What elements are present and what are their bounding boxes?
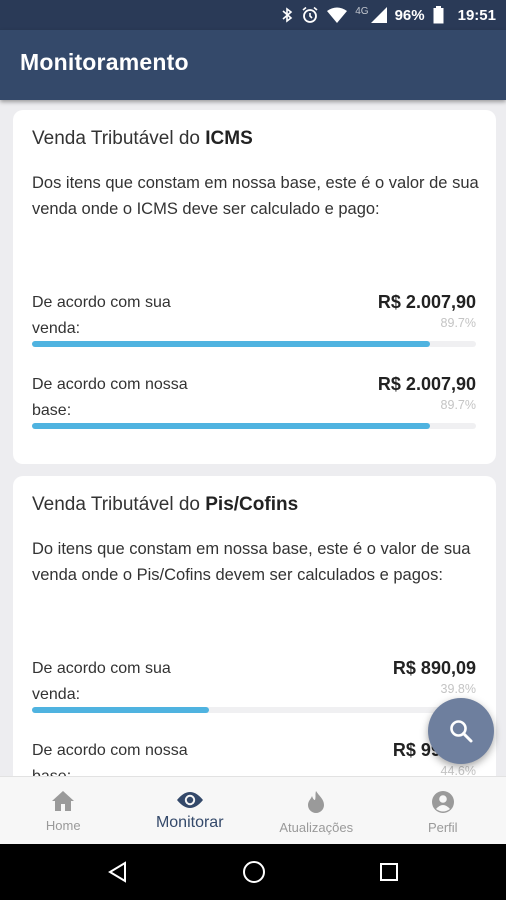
system-navigation-bar — [0, 844, 506, 900]
card-title: Venda Tributável do Pis/Cofins — [32, 494, 298, 516]
nav-monitorar[interactable]: Monitorar — [127, 777, 254, 844]
nav-label: Atualizações — [279, 820, 354, 835]
battery-percent: 96% — [394, 6, 425, 24]
signal-icon — [370, 7, 387, 23]
progress-track — [32, 707, 476, 713]
nav-home[interactable]: Home — [0, 777, 127, 844]
bluetooth-icon — [282, 7, 293, 23]
network-type: 4G — [355, 5, 369, 17]
search-fab[interactable] — [428, 698, 494, 764]
eye-icon — [176, 792, 203, 808]
metric-percent: 89.7% — [440, 398, 476, 412]
progress-fill — [32, 707, 209, 713]
bottom-navigation: Home Monitorar Atualizações Perfil — [0, 776, 506, 844]
card-description: Do itens que constam em nossa base, este… — [32, 540, 471, 584]
home-icon — [52, 791, 75, 811]
app-bar: Monitoramento — [0, 30, 506, 100]
metric-sales: De acordo com sua venda: R$ 890,09 39.8% — [32, 656, 476, 736]
card-title-prefix: Venda Tributável do — [32, 128, 206, 149]
home-circle-icon[interactable] — [242, 860, 266, 884]
account-icon — [431, 791, 454, 813]
nav-label: Monitorar — [155, 814, 224, 831]
metric-percent: 44.6% — [440, 764, 476, 776]
monitor-content[interactable]: Venda Tributável do ICMS Dos itens que c… — [0, 100, 506, 776]
progress-fill — [32, 423, 431, 429]
metric-label: De acordo com sua venda: — [32, 660, 171, 703]
nav-label: Home — [45, 818, 81, 833]
metric-label: De acordo com nossa base: — [32, 742, 188, 776]
page-title: Monitoramento — [20, 49, 189, 75]
nav-perfil[interactable]: Perfil — [380, 777, 506, 844]
card-title-highlight: Pis/Cofins — [205, 494, 299, 515]
icms-card: Venda Tributável do ICMS Dos itens que c… — [13, 110, 496, 464]
metric-value: R$ 2.007,90 — [377, 374, 476, 394]
back-icon[interactable] — [107, 861, 129, 883]
card-title: Venda Tributável do ICMS — [32, 128, 253, 150]
card-title-prefix: Venda Tributável do — [32, 494, 206, 515]
progress-track — [32, 341, 476, 347]
status-bar: 4G 96% 19:51 — [0, 0, 506, 30]
pis-cofins-card: Venda Tributável do Pis/Cofins Do itens … — [13, 476, 496, 776]
alarm-icon — [302, 6, 318, 23]
metric-percent: 39.8% — [440, 682, 476, 696]
metric-value: R$ 2.007,90 — [377, 292, 476, 312]
metric-percent: 89.7% — [440, 316, 476, 330]
card-description: Dos itens que constam em nossa base, est… — [32, 174, 479, 218]
recents-icon[interactable] — [379, 862, 399, 882]
metric-sales: De acordo com sua venda: R$ 2.007,90 89.… — [32, 290, 476, 370]
nav-atualizacoes[interactable]: Atualizações — [253, 777, 380, 844]
clock: 19:51 — [457, 6, 496, 24]
metric-label: De acordo com sua venda: — [32, 294, 171, 337]
flame-icon — [308, 791, 325, 813]
metric-base: De acordo com nossa base: R$ 2.007,90 89… — [32, 372, 476, 452]
progress-track — [32, 423, 476, 429]
progress-fill — [32, 341, 431, 347]
metric-value: R$ 890,09 — [392, 658, 476, 678]
card-title-highlight: ICMS — [205, 128, 253, 149]
search-icon — [450, 720, 473, 743]
metric-base: De acordo com nossa base: R$ 998,36 44.6… — [32, 738, 476, 776]
nav-label: Perfil — [427, 820, 458, 835]
battery-icon — [433, 6, 444, 24]
wifi-icon — [327, 7, 348, 23]
metric-label: De acordo com nossa base: — [32, 376, 188, 419]
